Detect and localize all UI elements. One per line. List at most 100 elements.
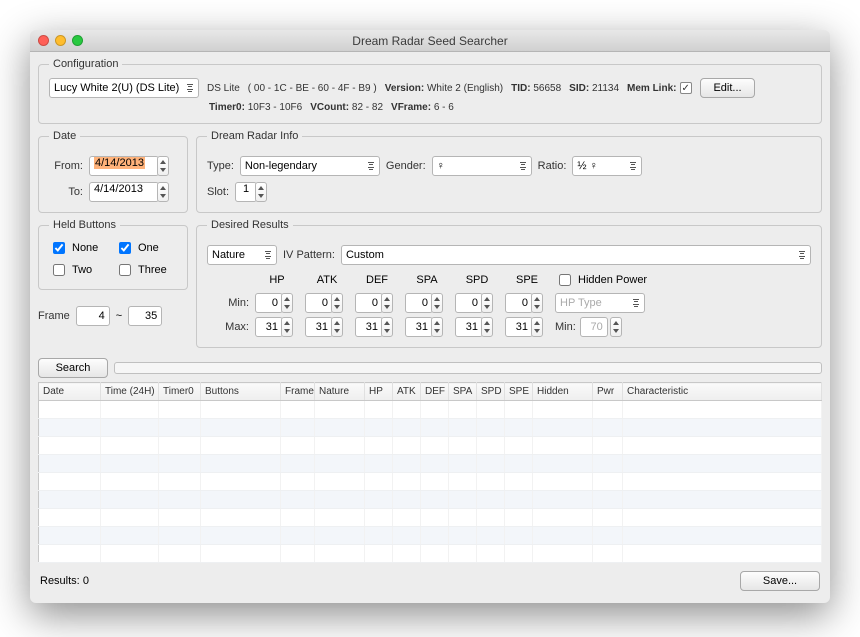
type-label: Type: [207,160,234,172]
slot-stepper[interactable] [255,182,267,202]
col-nature[interactable]: Nature [315,383,365,401]
sid-value: 21134 [592,83,619,94]
slot-label: Slot: [207,186,229,198]
col-char[interactable]: Characteristic [623,383,822,401]
close-icon[interactable] [38,35,49,46]
col-def[interactable]: DEF [421,383,449,401]
spa-header: SPA [405,274,449,286]
desired-results-legend: Desired Results [207,219,293,231]
held-two-checkbox[interactable]: Two [49,261,111,279]
min-def-stepper[interactable] [381,293,393,313]
max-spe-input[interactable] [505,317,533,337]
held-buttons-group: Held Buttons None One Two Three [38,219,188,290]
gender-select[interactable]: ♀ [432,156,532,176]
frame-label: Frame [38,310,70,322]
vcount-value: 82 - 82 [352,102,383,113]
min-hp-stepper[interactable] [281,293,293,313]
gender-label: Gender: [386,160,426,172]
table-row [39,473,822,491]
col-hp[interactable]: HP [365,383,393,401]
nature-select[interactable]: Nature [207,245,277,265]
vcount-label: VCount: [310,102,349,113]
col-timer0[interactable]: Timer0 [159,383,201,401]
ivpattern-label: IV Pattern: [283,249,335,261]
frame-min-input[interactable] [76,306,110,326]
ivpattern-select[interactable]: Custom [341,245,811,265]
minimize-icon[interactable] [55,35,66,46]
profile-select[interactable]: Lucy White 2(U) (DS Lite) [49,78,199,98]
frame-max-input[interactable] [128,306,162,326]
col-spa[interactable]: SPA [449,383,477,401]
ratio-label: Ratio: [538,160,567,172]
sid-label: SID: [569,83,589,94]
hidden-power-checkbox[interactable]: Hidden Power [555,271,675,289]
min-def-input[interactable] [355,293,383,313]
col-buttons[interactable]: Buttons [201,383,281,401]
min-spa-stepper[interactable] [431,293,443,313]
max-spd-input[interactable] [455,317,483,337]
timer0-value: 10F3 - 10F6 [248,102,302,113]
edit-button[interactable]: Edit... [700,78,754,98]
col-atk[interactable]: ATK [393,383,421,401]
zoom-icon[interactable] [72,35,83,46]
def-header: DEF [355,274,399,286]
min-spe-stepper[interactable] [531,293,543,313]
max-spa-input[interactable] [405,317,433,337]
col-spe[interactable]: SPE [505,383,533,401]
search-button[interactable]: Search [38,358,108,378]
hp-type-select[interactable]: HP Type [555,293,645,313]
titlebar: Dream Radar Seed Searcher [30,30,830,52]
col-date[interactable]: Date [39,383,101,401]
spd-header: SPD [455,274,499,286]
col-time[interactable]: Time (24H) [101,383,159,401]
max-def-stepper[interactable] [381,317,393,337]
mac-address: ( 00 - 1C - BE - 60 - 4F - B9 ) [248,83,377,94]
min-spd-stepper[interactable] [481,293,493,313]
table-row [39,437,822,455]
min-spd-input[interactable] [455,293,483,313]
max-spe-stepper[interactable] [531,317,543,337]
progress-bar [114,362,822,374]
max-atk-input[interactable] [305,317,333,337]
max-hp-input[interactable] [255,317,283,337]
held-three-checkbox[interactable]: Three [115,261,177,279]
min-spa-input[interactable] [405,293,433,313]
vframe-value: 6 - 6 [434,102,454,113]
to-date-input[interactable]: 4/14/2013 [89,182,159,202]
held-buttons-legend: Held Buttons [49,219,120,231]
col-hidden[interactable]: Hidden [533,383,593,401]
min-atk-stepper[interactable] [331,293,343,313]
min-label: Min: [207,297,249,309]
min-hp-input[interactable] [255,293,283,313]
type-select[interactable]: Non-legendary [240,156,380,176]
col-pwr[interactable]: Pwr [593,383,623,401]
results-table[interactable]: Date Time (24H) Timer0 Buttons Frame Nat… [38,382,822,563]
hp-min-label: Min: [555,321,576,333]
held-one-checkbox[interactable]: One [115,239,177,257]
to-label: To: [49,186,83,198]
save-button[interactable]: Save... [740,571,820,591]
version-value: White 2 (English) [427,83,503,94]
max-def-input[interactable] [355,317,383,337]
slot-input[interactable]: 1 [235,182,257,202]
to-date-stepper[interactable] [157,182,169,202]
min-spe-input[interactable] [505,293,533,313]
hp-header: HP [255,274,299,286]
ratio-select[interactable]: ½ ♀ [572,156,642,176]
from-date-input[interactable]: 4/14/2013 [89,156,159,176]
col-spd[interactable]: SPD [477,383,505,401]
atk-header: ATK [305,274,349,286]
max-spd-stepper[interactable] [481,317,493,337]
hp-min-stepper [610,317,622,337]
col-frame[interactable]: Frame [281,383,315,401]
max-atk-stepper[interactable] [331,317,343,337]
max-spa-stepper[interactable] [431,317,443,337]
from-date-stepper[interactable] [157,156,169,176]
max-hp-stepper[interactable] [281,317,293,337]
held-none-checkbox[interactable]: None [49,239,111,257]
memlink-checkbox: ✓ [680,82,692,94]
table-row [39,491,822,509]
min-atk-input[interactable] [305,293,333,313]
ds-type-label: DS Lite [207,83,240,94]
window: Dream Radar Seed Searcher Configuration … [30,30,830,603]
